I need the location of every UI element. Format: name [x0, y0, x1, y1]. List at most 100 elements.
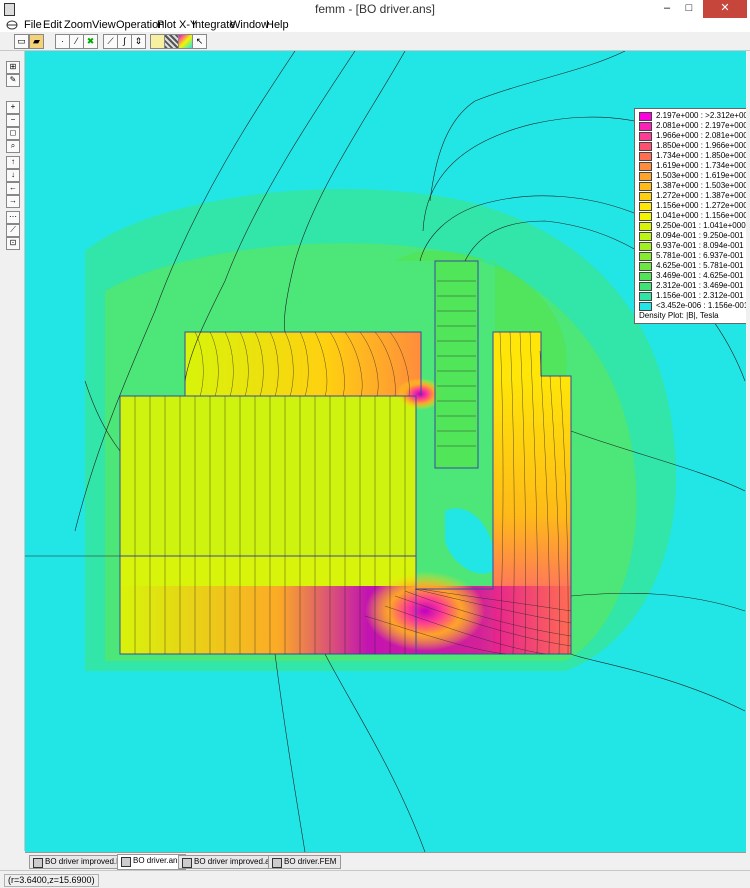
legend-label: 1.387e+000 : 1.503e+000	[656, 181, 746, 190]
left-toolbar: ⊞ ✎ + − ◻ ⌕ ↑ ↓ ← → ⋯ ⟋ ⊡	[0, 51, 25, 851]
legend-swatch	[639, 152, 652, 161]
legend-row: 9.250e-001 : 1.041e+000	[639, 221, 746, 231]
density-legend: 2.197e+000 : >2.312e+000 2.081e+000 : 2.…	[634, 108, 746, 324]
legend-label: 1.156e+000 : 1.272e+000	[656, 201, 746, 210]
legend-row: 1.272e+000 : 1.387e+000	[639, 191, 746, 201]
tab-bo-driver-fem[interactable]: BO driver.FEM	[268, 855, 342, 869]
legend-label: 1.041e+000 : 1.156e+000	[656, 211, 746, 220]
legend-row: 1.734e+000 : 1.850e+000	[639, 151, 746, 161]
legend-row: 3.469e-001 : 4.625e-001	[639, 271, 746, 281]
grid-icon[interactable]: ⋯	[6, 211, 20, 224]
legend-row: 8.094e-001 : 9.250e-001	[639, 231, 746, 241]
document-icon	[272, 858, 282, 868]
document-icon	[182, 858, 192, 868]
pan-up-icon[interactable]: ↑	[6, 156, 20, 169]
zoom-out-icon[interactable]: −	[6, 114, 20, 127]
zoom-in-icon[interactable]: +	[6, 101, 20, 114]
legend-label: 1.850e+000 : 1.966e+000	[656, 141, 746, 150]
legend-row: 2.081e+000 : 2.197e+000	[639, 121, 746, 131]
menu-file[interactable]: File	[24, 19, 42, 31]
menu-integrate[interactable]: Integrate	[192, 19, 235, 31]
legend-row: 1.503e+000 : 1.619e+000	[639, 171, 746, 181]
legend-row: 1.850e+000 : 1.966e+000	[639, 141, 746, 151]
close-button[interactable]: ✕	[703, 0, 747, 18]
legend-swatch	[639, 192, 652, 201]
legend-row: 1.387e+000 : 1.503e+000	[639, 181, 746, 191]
line-mode-icon[interactable]: ⁄	[69, 34, 84, 49]
hide-mesh-icon[interactable]: ✎	[6, 74, 20, 87]
snap-grid-icon[interactable]: ⟋	[6, 224, 20, 237]
zoom-natural-icon[interactable]: ◻	[6, 127, 20, 140]
vector-plot-icon[interactable]: ↖	[192, 34, 207, 49]
show-mesh-icon[interactable]: ⊞	[6, 61, 20, 74]
legend-row: 1.619e+000 : 1.734e+000	[639, 161, 746, 171]
tab-label: BO driver.ans	[133, 856, 182, 865]
menu-bar: File Edit Zoom View Operation Plot X-Y I…	[0, 18, 750, 50]
menu-help[interactable]: Help	[266, 19, 289, 31]
legend-label: 3.469e-001 : 4.625e-001	[656, 271, 744, 280]
legend-swatch	[639, 182, 652, 191]
legend-swatch	[639, 132, 652, 141]
pan-down-icon[interactable]: ↓	[6, 169, 20, 182]
legend-swatch	[639, 212, 652, 221]
legend-row: 4.625e-001 : 5.781e-001	[639, 261, 746, 271]
probe-icon[interactable]: ⇕	[131, 34, 146, 49]
tab-bo-driver-ans[interactable]: BO driver.ans	[117, 854, 187, 870]
integral-icon[interactable]: ∫	[117, 34, 132, 49]
menu-window[interactable]: Window	[230, 19, 269, 31]
menu-view[interactable]: View	[92, 19, 116, 31]
legend-swatch	[639, 202, 652, 211]
legend-row: 2.197e+000 : >2.312e+000	[639, 111, 746, 121]
hatch-plot-icon[interactable]	[164, 34, 179, 49]
new-file-icon[interactable]: ▭	[14, 34, 29, 49]
document-tab-bar: BO driver improved.FEM BO driver.ans BO …	[25, 852, 746, 870]
density-plot-icon[interactable]	[178, 34, 193, 49]
maximize-button[interactable]: □	[678, 0, 700, 18]
block-mode-icon[interactable]: ✖	[83, 34, 98, 49]
legend-swatch	[639, 242, 652, 251]
plot-xy-icon[interactable]: ⟋	[103, 34, 118, 49]
pan-left-icon[interactable]: ←	[6, 182, 20, 195]
toolbar: ▭ ▰ · ⁄ ✖ ⟋ ∫ ⇕ ↖	[0, 32, 750, 51]
femm-logo-icon[interactable]	[6, 20, 18, 30]
legend-row: 1.156e-001 : 2.312e-001	[639, 291, 746, 301]
tab-label: BO driver improved.ans	[194, 857, 279, 866]
legend-label: 5.781e-001 : 6.937e-001	[656, 251, 744, 260]
pan-right-icon[interactable]: →	[6, 195, 20, 208]
legend-swatch	[639, 122, 652, 131]
legend-label: <3.452e-006 : 1.156e-001	[656, 301, 746, 310]
legend-row: 1.966e+000 : 2.081e+000	[639, 131, 746, 141]
window-title: femm - [BO driver.ans]	[314, 2, 436, 16]
legend-label: 2.081e+000 : 2.197e+000	[656, 121, 746, 130]
legend-label: 1.503e+000 : 1.619e+000	[656, 171, 746, 180]
plot-canvas[interactable]: 2.197e+000 : >2.312e+000 2.081e+000 : 2.…	[25, 51, 746, 852]
legend-label: 9.250e-001 : 1.041e+000	[656, 221, 746, 230]
legend-label: 1.734e+000 : 1.850e+000	[656, 151, 746, 160]
status-bar: (r=3.6400,z=15.6900)	[0, 870, 750, 888]
legend-swatch	[639, 222, 652, 231]
minimize-button[interactable]: –	[656, 0, 678, 18]
legend-row: 5.781e-001 : 6.937e-001	[639, 251, 746, 261]
legend-swatch	[639, 272, 652, 281]
open-folder-icon[interactable]: ▰	[29, 34, 44, 49]
contour-plot-icon[interactable]	[150, 34, 165, 49]
legend-label: 1.966e+000 : 2.081e+000	[656, 131, 746, 140]
menu-edit[interactable]: Edit	[43, 19, 62, 31]
title-bar: femm - [BO driver.ans] – □ ✕	[0, 0, 750, 18]
legend-swatch	[639, 302, 652, 311]
tab-label: BO driver.FEM	[284, 857, 337, 866]
menu-zoom[interactable]: Zoom	[64, 19, 92, 31]
legend-row: 1.041e+000 : 1.156e+000	[639, 211, 746, 221]
legend-row: 6.937e-001 : 8.094e-001	[639, 241, 746, 251]
point-mode-icon[interactable]: ·	[55, 34, 70, 49]
legend-label: 1.619e+000 : 1.734e+000	[656, 161, 746, 170]
legend-swatch	[639, 252, 652, 261]
document-icon	[33, 858, 43, 868]
legend-swatch	[639, 282, 652, 291]
legend-swatch	[639, 232, 652, 241]
legend-label: 1.272e+000 : 1.387e+000	[656, 191, 746, 200]
legend-swatch	[639, 142, 652, 151]
zoom-window-icon[interactable]: ⌕	[6, 140, 20, 153]
legend-label: 4.625e-001 : 5.781e-001	[656, 261, 744, 270]
grid-settings-icon[interactable]: ⊡	[6, 237, 20, 250]
